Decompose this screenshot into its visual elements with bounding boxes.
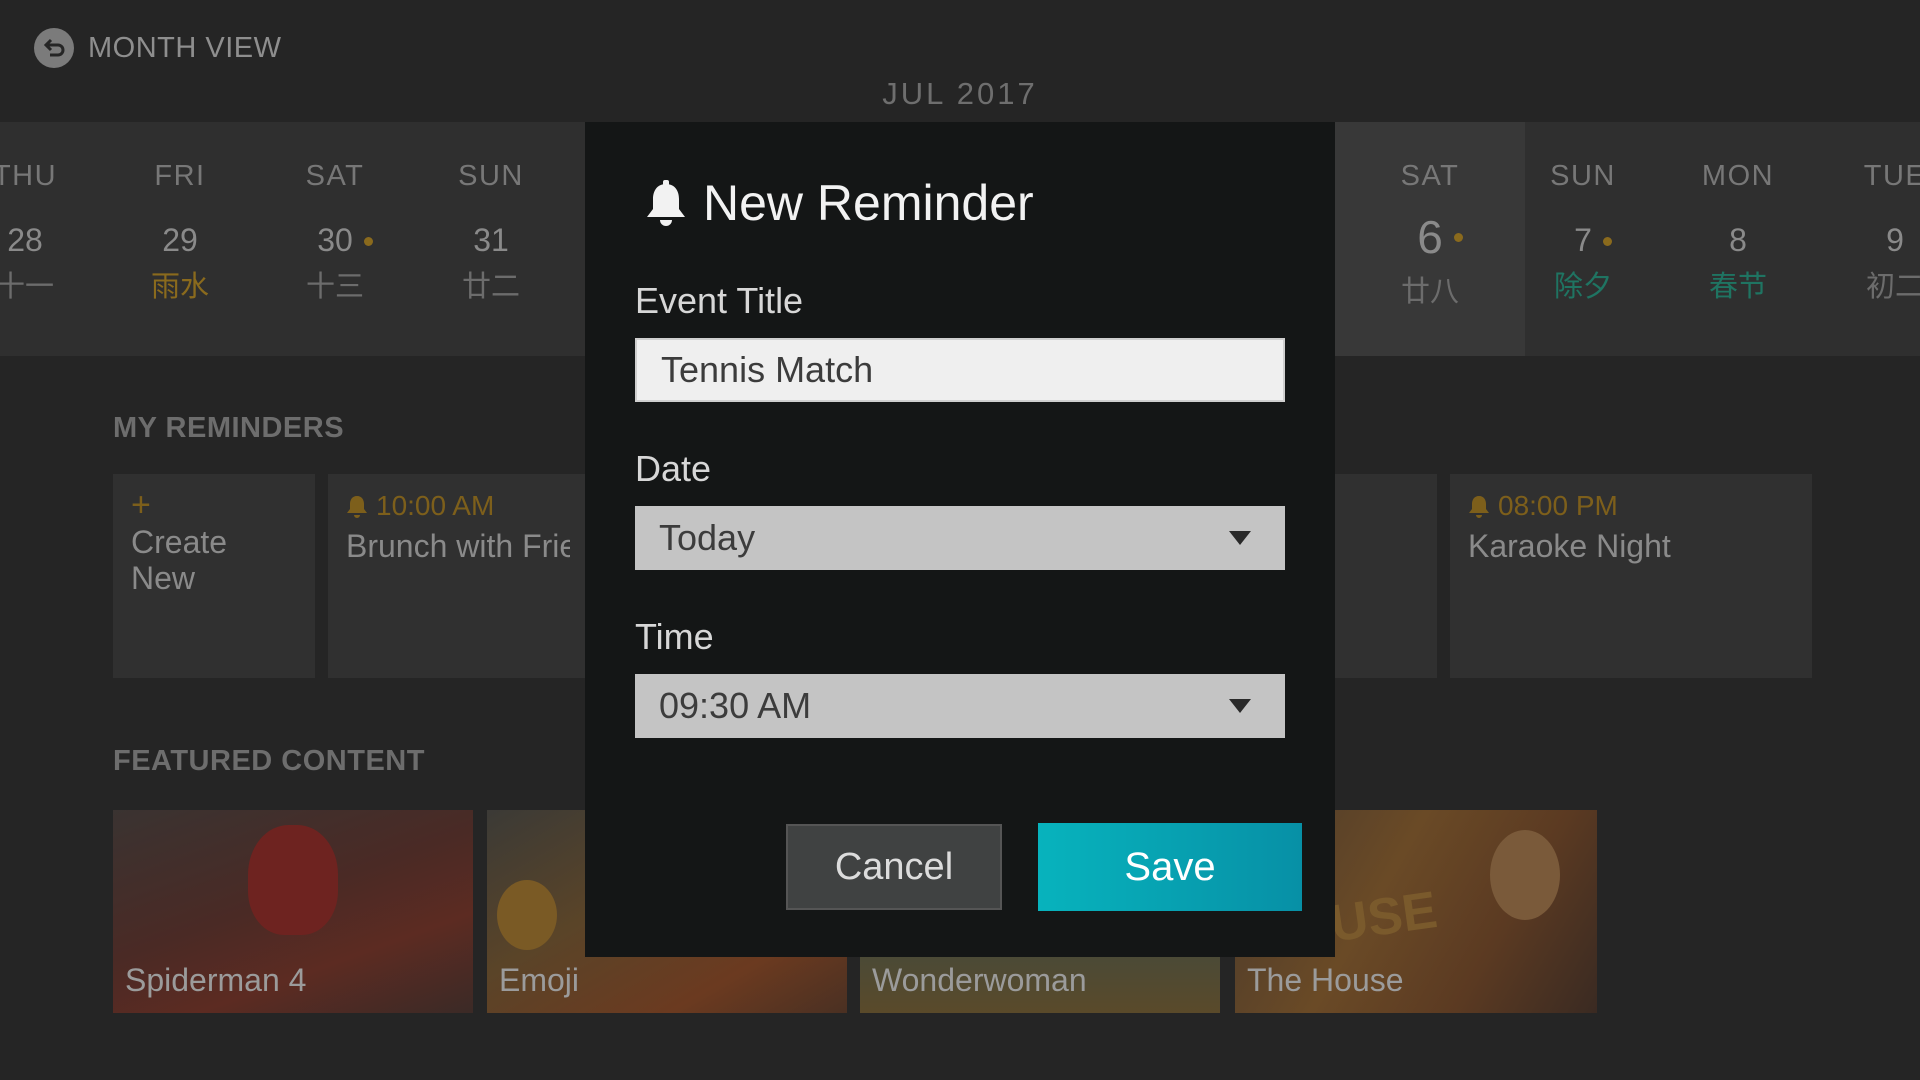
day-of-week: THU <box>0 160 58 192</box>
bell-icon <box>647 180 685 226</box>
lunar-date: 除夕 <box>1553 271 1612 303</box>
create-new-label: Create New <box>131 524 228 596</box>
back-arrow-icon <box>34 28 74 68</box>
bell-icon <box>1469 496 1489 518</box>
poster-title: Spiderman 4 <box>125 962 307 998</box>
lunar-date: 十一 <box>0 271 54 303</box>
reminder-card[interactable] <box>1335 474 1437 678</box>
calendar-day-selected[interactable]: SAT 6 廿八 <box>1355 160 1505 310</box>
reminder-name: Brunch with Frie <box>346 528 570 564</box>
event-dot <box>1453 233 1463 242</box>
lunar-date: 春节 <box>1708 271 1767 303</box>
lunar-date: 廿二 <box>461 271 520 303</box>
day-number: 6 <box>1417 211 1443 263</box>
date-value: Today <box>659 517 756 558</box>
dialog-header: New Reminder <box>645 174 1034 232</box>
day-number: 31 <box>473 222 509 258</box>
day-number: 30 <box>317 222 353 258</box>
day-of-week: MON <box>1701 160 1775 192</box>
poster-artwork <box>248 825 338 935</box>
reminder-card[interactable]: 08:00 PM Karaoke Night <box>1450 474 1812 678</box>
day-of-week: FRI <box>154 160 206 192</box>
day-of-week: SAT <box>1400 160 1460 192</box>
featured-poster[interactable]: Spiderman 4 <box>113 810 473 1013</box>
time-label: Time <box>635 616 714 657</box>
poster-artwork <box>1490 830 1560 920</box>
lunar-date: 廿八 <box>1400 276 1459 308</box>
calendar-day[interactable]: SAT 30 十三 <box>260 160 410 305</box>
plus-icon: + <box>131 486 151 524</box>
event-title-value: Tennis Match <box>661 349 874 390</box>
month-view-label: MONTH VIEW <box>88 31 282 64</box>
day-number: 28 <box>7 222 43 258</box>
day-of-week: TUE <box>1863 160 1920 192</box>
featured-content-title: FEATURED CONTENT <box>113 745 425 777</box>
calendar-day[interactable]: FRI 29 雨水 <box>105 160 255 305</box>
calendar-day[interactable]: THU 28 十一 <box>0 160 100 305</box>
lunar-date: 十三 <box>305 271 364 303</box>
my-reminders-title: MY REMINDERS <box>113 412 345 444</box>
day-number: 29 <box>162 222 198 258</box>
day-number: 8 <box>1729 222 1747 258</box>
reminder-name: Karaoke Night <box>1468 528 1671 564</box>
poster-title: The House <box>1247 962 1404 998</box>
date-label: Date <box>635 448 712 489</box>
calendar-day[interactable]: SUN 7 除夕 <box>1508 160 1658 305</box>
bell-icon <box>347 496 367 518</box>
day-number: 9 <box>1886 222 1904 258</box>
date-select[interactable]: Today <box>635 506 1285 570</box>
poster-artwork <box>497 880 557 950</box>
event-dot <box>1602 236 1612 246</box>
event-dot <box>363 236 373 246</box>
time-select[interactable]: 09:30 AM <box>635 674 1285 738</box>
create-reminder-card[interactable]: + Create New <box>113 474 315 678</box>
event-title-input[interactable]: Tennis Match <box>635 338 1285 402</box>
calendar-day[interactable]: MON 8 春节 <box>1663 160 1813 305</box>
cancel-button[interactable]: Cancel <box>786 824 1002 910</box>
lunar-date: 初二 <box>1865 271 1920 303</box>
poster-title: Wonderwoman <box>872 962 1087 998</box>
dropdown-arrow-icon <box>1229 531 1251 545</box>
lunar-date: 雨水 <box>150 271 209 303</box>
dialog-title: New Reminder <box>703 175 1034 231</box>
day-number-wrap: 7 <box>1574 222 1612 259</box>
calendar-day[interactable]: TUE 9 初二 <box>1820 160 1920 305</box>
time-value: 09:30 AM <box>659 685 812 726</box>
day-of-week: SUN <box>458 160 524 192</box>
month-title: JUL 2017 <box>882 76 1038 111</box>
day-number: 7 <box>1574 222 1592 258</box>
reminder-time: 08:00 PM <box>1498 490 1618 521</box>
reminder-time: 10:00 AM <box>376 490 495 521</box>
new-reminder-dialog: New Reminder Event Title Tennis Match Da… <box>585 122 1335 957</box>
day-number-wrap: 30 <box>317 222 373 259</box>
poster-title: Emoji <box>499 962 580 998</box>
day-of-week: SAT <box>305 160 365 192</box>
save-button[interactable]: Save <box>1038 823 1302 911</box>
month-view-back-button[interactable]: MONTH VIEW <box>34 28 282 68</box>
calendar-day[interactable]: SUN 31 廿二 <box>416 160 566 305</box>
day-of-week: SUN <box>1550 160 1616 192</box>
reminder-card[interactable]: 10:00 AM Brunch with Frie <box>328 474 588 678</box>
event-title-label: Event Title <box>635 280 804 321</box>
dropdown-arrow-icon <box>1229 699 1251 713</box>
day-number-wrap: 6 <box>1417 210 1463 264</box>
